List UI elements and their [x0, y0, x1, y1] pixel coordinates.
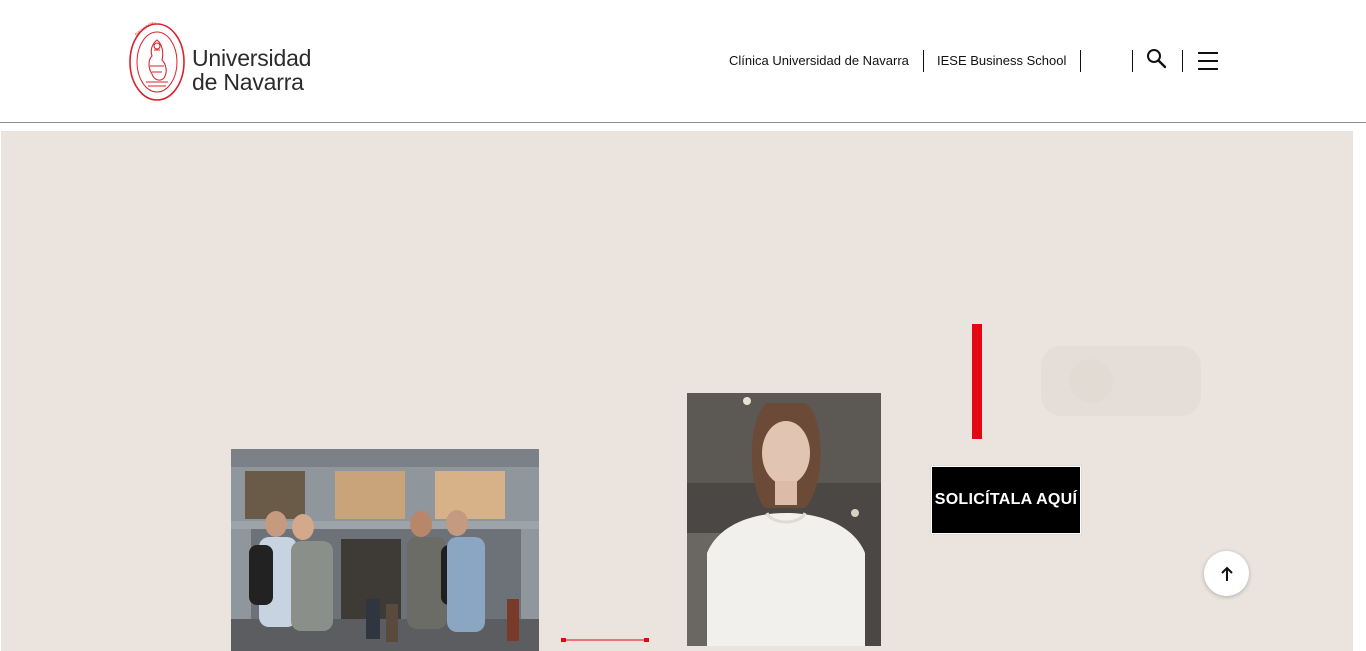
university-seal-icon: NAVARRENSIS [129, 22, 185, 101]
student-portrait-photo [687, 393, 881, 646]
nav-link-iese[interactable]: IESE Business School [937, 53, 1066, 68]
students-photo [231, 449, 539, 651]
search-button[interactable] [1146, 48, 1170, 74]
decorative-connector-line [561, 638, 649, 642]
logo-line-2: de Navarra [192, 69, 304, 95]
arrow-up-icon [1220, 566, 1233, 581]
faded-illustration [1041, 346, 1201, 416]
logo-line-1: Universidad [192, 45, 312, 71]
hamburger-menu-icon [1198, 52, 1218, 70]
accent-red-bar [972, 324, 982, 439]
request-cta-button[interactable]: SOLICÍTALA AQUÍ [931, 466, 1081, 534]
back-to-top-button[interactable] [1204, 551, 1249, 596]
nav-link-clinica[interactable]: Clínica Universidad de Navarra [729, 53, 909, 68]
search-icon [1147, 49, 1167, 69]
logo-wordmark: Universidad de Navarra [192, 46, 311, 94]
hero-section: SOLICÍTALA AQUÍ [1, 131, 1353, 651]
menu-button[interactable] [1197, 50, 1221, 76]
nav-divider [923, 50, 924, 72]
nav-divider [1132, 50, 1133, 72]
nav-divider [1182, 50, 1183, 72]
site-header: NAVARRENSIS Universidad de Navarra Clíni… [0, 0, 1366, 123]
university-logo[interactable]: NAVARRENSIS Universidad de Navarra [128, 22, 318, 102]
nav-divider [1080, 50, 1081, 72]
